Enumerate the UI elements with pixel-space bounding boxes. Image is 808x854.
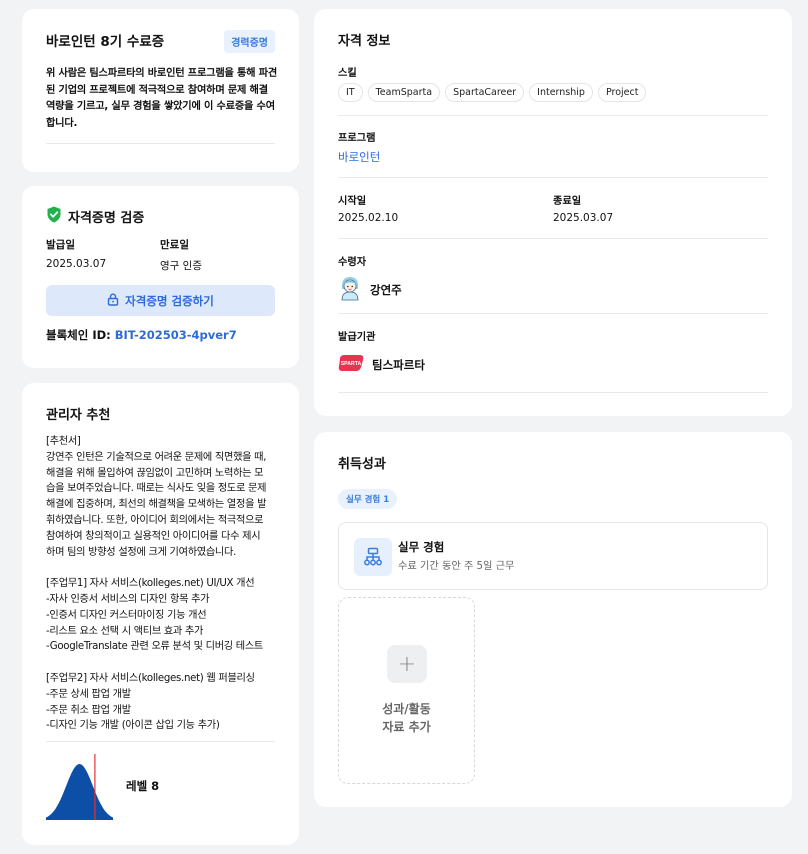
plus-icon: +	[387, 645, 427, 683]
recommendation-body: [추천서] 강연주 인턴은 기술적으로 어려운 문제에 직면했을 때, 해결을 위해…	[46, 434, 282, 734]
verification-card: 자격증명 검증 발급일 만료일 2025.03.07 영구 인증 자격증명 검증…	[22, 186, 299, 368]
blockchain-id-label: 블록체인 ID:	[46, 328, 111, 342]
recommendation-line: -주문 상세 팝업 개발	[46, 688, 131, 700]
qualification-title: 자격 정보	[338, 34, 391, 49]
certificate-card: 바로인턴 8기 수료증 경력증명 위 사람은 팀스파르타의 바로인턴 프로그램을…	[22, 9, 299, 172]
recommendation-line: 강연주 인턴은 기술적으로 어려운 문제에 직면했을 때,	[46, 451, 267, 463]
recommendation-line: 참여하여 창의적이고 실용적인 아이디어를 다수 제시	[46, 530, 261, 542]
sparta-logo: SPARTA	[338, 354, 364, 375]
issuer: SPARTA 팀스파르타	[338, 354, 425, 375]
issued-date-value: 2025.03.07	[46, 258, 107, 270]
divider	[338, 177, 768, 178]
recommendation-line: -디자인 기능 개발 (아이콘 삽입 기능 추가)	[46, 720, 220, 732]
divider	[46, 741, 275, 742]
recommendation-title: 관리자 추천	[46, 408, 111, 423]
recommendation-card: 관리자 추천 [추천서] 강연주 인턴은 기술적으로 어려운 문제에 직면했을 때…	[22, 383, 299, 845]
recommendation-line: [추천서]	[46, 436, 81, 447]
recipient: 강연주	[338, 275, 402, 304]
recommendation-line: -인증서 디자인 커스터마이징 기능 개선	[46, 609, 207, 621]
add-achievement-label: 성과/활동 자료 추가	[339, 700, 474, 736]
issuer-name: 팀스파르타	[372, 357, 425, 372]
recommendation-line: [주업무2] 자사 서비스(kolleges.net) 웹 퍼블리싱	[46, 672, 255, 684]
skill-chip[interactable]: Internship	[529, 83, 593, 102]
achievements-card: 취득성과 실무 경험 1 실무 경험 수료 기간 동안 주 5일 근무 + 성과…	[314, 432, 792, 807]
recipient-label: 수령자	[338, 257, 367, 268]
verification-title: 자격증명 검증	[68, 211, 145, 226]
skill-chip[interactable]: IT	[338, 83, 363, 102]
qualification-info-card: 자격 정보 스킬 IT TeamSparta SpartaCareer Interns…	[314, 9, 792, 416]
career-proof-badge: 경력증명	[224, 30, 275, 53]
add-achievement-button[interactable]: + 성과/활동 자료 추가	[338, 597, 475, 784]
verification-header: 자격증명 검증	[46, 206, 144, 227]
recommendation-line: 하며 팀의 방향성 설정에 크게 기여하였습니다.	[46, 546, 237, 558]
start-date-value: 2025.02.10	[338, 212, 399, 224]
achievement-count-tag[interactable]: 실무 경험 1	[338, 489, 398, 509]
blockchain-id-value[interactable]: BIT-202503-4pver7	[115, 328, 237, 342]
skill-chip[interactable]: Project	[597, 83, 647, 102]
divider	[338, 238, 768, 239]
recommendation-line: -주문 취소 팝업 개발	[46, 704, 131, 716]
recommendation-line: -리스트 요소 선택 시 액티브 효과 추가	[46, 625, 204, 637]
divider	[338, 392, 768, 393]
recommendation-line: [주업무1] 자사 서비스(kolleges.net) UI/UX 개선	[46, 578, 255, 590]
divider	[338, 313, 768, 314]
add-label-line1: 성과/활동	[382, 702, 431, 716]
start-date-label: 시작일	[338, 196, 367, 207]
achievement-subtitle: 수료 기간 동안 주 5일 근무	[398, 561, 515, 572]
verified-shield-icon	[46, 206, 62, 227]
level-distribution-chart	[46, 754, 113, 820]
verify-button-label: 자격증명 검증하기	[125, 293, 214, 308]
issued-date-label: 발급일	[46, 239, 75, 251]
achievements-title: 취득성과	[338, 457, 386, 472]
program-label: 프로그램	[338, 133, 376, 144]
level-label: 레벨 8	[126, 779, 160, 793]
certificate-title: 바로인턴 8기 수료증	[46, 34, 165, 50]
recipient-avatar	[338, 275, 362, 304]
skill-chip[interactable]: TeamSparta	[367, 83, 441, 102]
expiry-date-label: 만료일	[160, 239, 189, 251]
end-date-label: 종료일	[553, 196, 582, 207]
svg-text:SPARTA: SPARTA	[341, 361, 362, 367]
blockchain-id-row: 블록체인 ID: BIT-202503-4pver7	[46, 327, 237, 343]
divider	[338, 115, 768, 116]
achievement-item[interactable]: 실무 경험 수료 기간 동안 주 5일 근무	[338, 522, 768, 590]
divider	[46, 143, 275, 144]
skills-list: IT TeamSparta SpartaCareer Internship Projec…	[338, 83, 647, 102]
expiry-date-value: 영구 인증	[160, 260, 202, 272]
recipient-name: 강연주	[370, 282, 402, 297]
skills-label: 스킬	[338, 68, 357, 79]
certificate-description: 위 사람은 팀스파르타의 바로인턴 프로그램을 통해 파견된 기업의 프로젝트에…	[46, 68, 278, 129]
recommendation-line: -자사 인증서 서비스의 디자인 항목 추가	[46, 593, 210, 605]
issuer-label: 발급기관	[338, 332, 376, 343]
add-label-line2: 자료 추가	[382, 720, 431, 734]
recommendation-line: 해결에 집중하며, 최선의 해결책을 모색하는 열정을 발	[46, 499, 267, 511]
recommendation-line: 습을 보여주었습니다. 때로는 식사도 잊을 정도로 문제	[46, 483, 267, 495]
recommendation-line: 휘하였습니다. 또한, 아이디어 회의에서는 적극적으로	[46, 514, 264, 526]
org-chart-icon	[354, 538, 392, 576]
program-link[interactable]: 바로인턴	[338, 149, 380, 165]
recommendation-line: 해결을 위해 몰입하여 끊임없이 고민하며 노력하는 모	[46, 467, 264, 479]
recommendation-line: -GoogleTranslate 관련 오류 분석 및 디버깅 테스트	[46, 641, 264, 653]
achievement-title: 실무 경험	[398, 540, 445, 554]
lock-icon	[107, 292, 119, 309]
end-date-value: 2025.03.07	[553, 212, 614, 224]
verify-credential-button[interactable]: 자격증명 검증하기	[46, 285, 275, 316]
skill-chip[interactable]: SpartaCareer	[445, 83, 525, 102]
